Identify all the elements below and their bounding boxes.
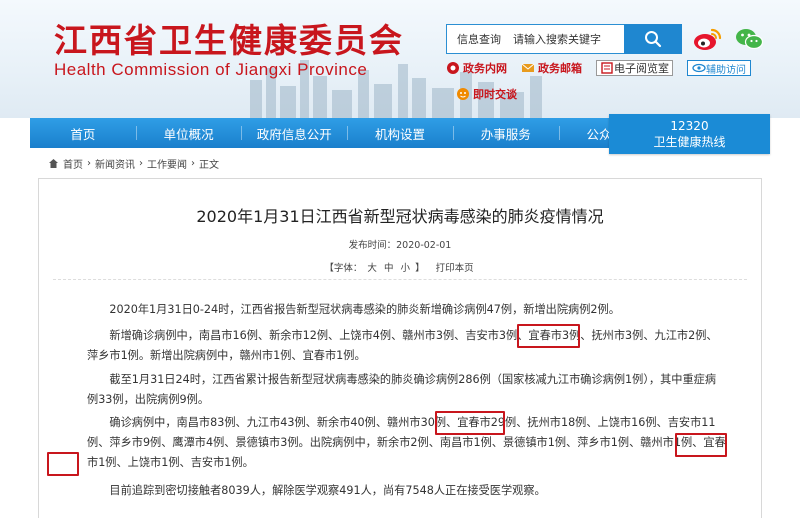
eye-icon (692, 63, 706, 73)
nav-overview[interactable]: 单位概况 (135, 118, 242, 148)
font-size-label: 【字体： (324, 263, 363, 274)
search-input[interactable] (513, 32, 631, 46)
site-title-chinese: 江西省卫生健康委员会 (54, 21, 404, 60)
weibo-icon[interactable] (692, 26, 722, 52)
search-button[interactable] (624, 24, 682, 54)
site-header: 江西省卫生健康委员会 Health Commission of Jiangxi … (0, 0, 800, 118)
reading-room-label: 电子阅览室 (614, 62, 669, 75)
article-paragraph: 2020年1月31日0-24时，江西省报告新型冠状病毒感染的肺炎新增确诊病例47… (109, 303, 620, 316)
highlight-box (47, 452, 79, 476)
intranet-label: 政务内网 (463, 62, 507, 75)
print-button[interactable]: 打印本页 (436, 263, 474, 274)
breadcrumb-home[interactable]: 首页 (63, 156, 83, 171)
hotline-banner[interactable]: 12320 卫生健康热线 (609, 114, 770, 154)
breadcrumb-work-news[interactable]: 工作要闻 (147, 156, 187, 171)
publish-date: 2020-02-01 (396, 240, 452, 251)
reading-room-icon (601, 62, 613, 74)
nav-organization[interactable]: 机构设置 (347, 118, 453, 148)
breadcrumb-separator: › (87, 158, 91, 169)
font-small-button[interactable]: 小 (401, 263, 411, 274)
breadcrumb-separator: › (139, 158, 143, 169)
nav-gov-info[interactable]: 政府信息公开 (241, 118, 347, 148)
intranet-icon (447, 62, 459, 74)
mailbox-link[interactable]: 政务邮箱 (521, 60, 582, 76)
breadcrumb: 首页 › 新闻资讯 › 工作要闻 › 正文 (48, 156, 219, 171)
breadcrumb-separator: › (191, 158, 195, 169)
article-divider (53, 279, 747, 280)
accessibility-label: 辅助访问 (706, 64, 746, 76)
hotline-label: 卫生健康热线 (653, 135, 726, 149)
mail-icon (521, 63, 535, 72)
accessibility-link[interactable]: 辅助访问 (687, 60, 751, 76)
font-size-close: 】 (415, 263, 425, 274)
intranet-link[interactable]: 政务内网 (446, 60, 507, 76)
nav-services[interactable]: 办事服务 (452, 118, 559, 148)
mailbox-label: 政务邮箱 (538, 62, 582, 75)
hotline-number: 12320 (670, 119, 709, 133)
article-tools: 【字体： 大 中 小 】 打印本页 (39, 260, 761, 274)
wechat-icon[interactable] (734, 26, 764, 52)
search-label: 信息查询 (457, 33, 501, 46)
reading-room-link[interactable]: 电子阅览室 (596, 60, 673, 76)
site-title-english: Health Commission of Jiangxi Province (54, 60, 368, 79)
article-paragraph: 确诊病例中，南昌市83例、九江市43例、新余市40例、赣州市30例、宜春市29例… (87, 416, 726, 469)
font-large-button[interactable]: 大 (367, 263, 377, 274)
article-panel: 2020年1月31日江西省新型冠状病毒感染的肺炎疫情情况 发布时间：2020-0… (38, 178, 762, 518)
breadcrumb-news[interactable]: 新闻资讯 (95, 156, 135, 171)
breadcrumb-current: 正文 (199, 160, 219, 171)
publish-label: 发布时间： (348, 240, 397, 251)
chat-icon (457, 88, 469, 100)
quick-links: 政务内网 政务邮箱 电子阅览室 辅助访问 (446, 60, 751, 76)
article-paragraph: 截至1月31日24时，江西省累计报告新型冠状病毒感染的肺炎确诊病例286例（国家… (87, 373, 717, 406)
realtime-chat-label: 即时交谈 (473, 88, 517, 101)
article-meta: 发布时间：2020-02-01 (39, 237, 761, 251)
article-title: 2020年1月31日江西省新型冠状病毒感染的肺炎疫情情况 (196, 207, 604, 226)
search-box: 信息查询 (446, 24, 682, 54)
realtime-chat-link[interactable]: 即时交谈 (456, 86, 517, 102)
nav-home[interactable]: 首页 (30, 118, 136, 148)
article-paragraph: 新增确诊病例中，南昌市16例、新余市12例、上饶市4例、赣州市3例、吉安市3例、… (87, 329, 718, 362)
article-paragraph: 目前追踪到密切接触者8039人，解除医学观察491人，尚有7548人正在接受医学… (109, 484, 546, 497)
search-icon (645, 31, 662, 48)
home-icon (49, 159, 58, 168)
font-medium-button[interactable]: 中 (384, 263, 394, 274)
